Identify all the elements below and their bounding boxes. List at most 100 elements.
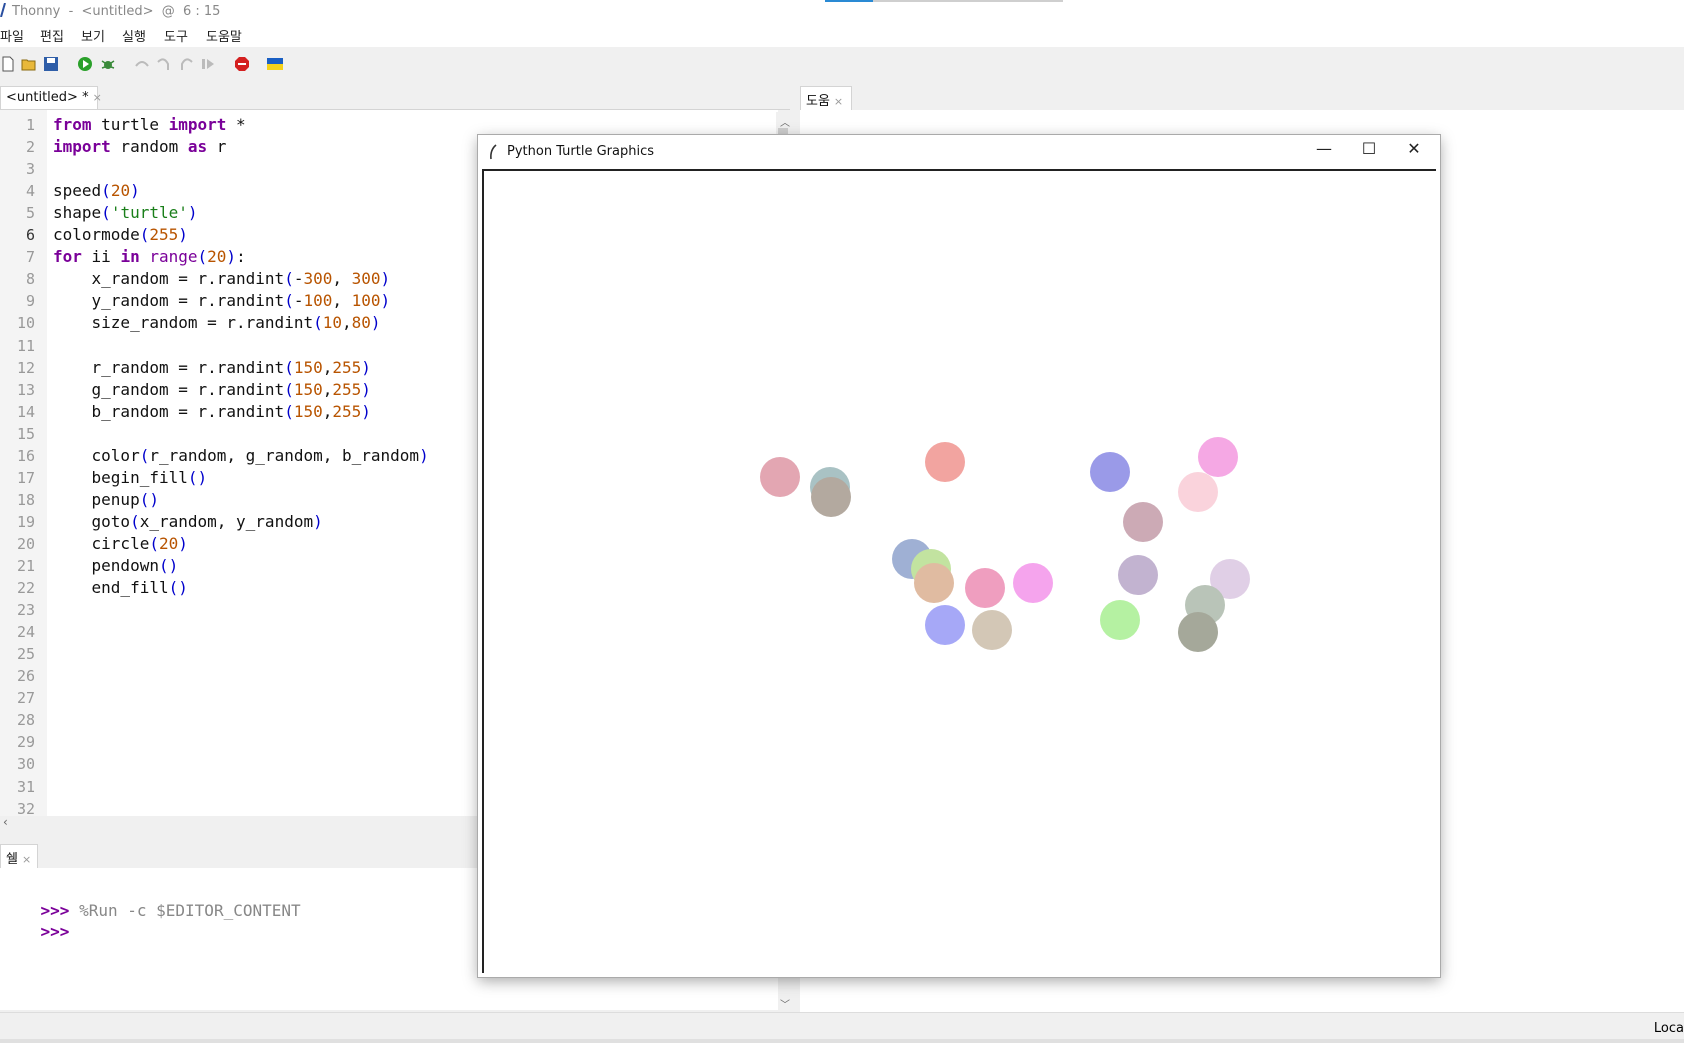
filled-circle: [925, 605, 965, 645]
line-number: 5: [25, 204, 35, 223]
turtle-window-title-bar[interactable]: Python Turtle Graphics — ☐ ✕: [478, 135, 1440, 169]
editor-tab-bar: <untitled> * ×: [0, 82, 790, 110]
line-number: 3: [25, 160, 35, 179]
menu-bar: 파일 편집 보기 실행 도구 도움말: [0, 24, 1684, 47]
filled-circle: [925, 442, 965, 482]
line-number: 30: [16, 755, 35, 774]
line-number: 27: [16, 689, 35, 708]
step-into-icon: [157, 58, 169, 70]
thonny-logo-icon: [0, 3, 6, 17]
scroll-up-icon[interactable]: ︿: [780, 114, 790, 129]
code-line: goto(x_random, y_random): [53, 511, 323, 531]
line-number: 10: [16, 314, 35, 333]
turtle-graphics-window[interactable]: Python Turtle Graphics — ☐ ✕: [478, 135, 1440, 977]
window-title: Thonny - <untitled> @ 6 : 15: [12, 4, 221, 19]
step-out-icon: [181, 58, 193, 70]
resume-icon: [202, 59, 214, 69]
line-number: 12: [16, 358, 35, 377]
filled-circle: [1178, 612, 1218, 652]
tab-help[interactable]: 도움 ×: [800, 86, 852, 110]
shell-command: %Run -c $EDITOR_CONTENT: [79, 901, 301, 920]
filled-circle: [965, 568, 1005, 608]
filled-circle: [811, 477, 851, 517]
line-number: 1: [25, 116, 35, 134]
menu-run[interactable]: 실행: [122, 26, 146, 45]
scroll-down-icon[interactable]: ﹀: [780, 996, 790, 1011]
tab-shell[interactable]: 쉘 ×: [0, 844, 38, 868]
close-icon[interactable]: ×: [93, 91, 102, 104]
open-file-icon[interactable]: [21, 56, 37, 72]
save-icon[interactable]: [43, 56, 59, 72]
filled-circle: [972, 610, 1012, 650]
menu-help[interactable]: 도움말: [206, 26, 242, 45]
filled-circle: [914, 563, 954, 603]
code-line: b_random = r.randint(150,255): [53, 401, 371, 421]
close-icon[interactable]: ×: [834, 95, 843, 108]
tab-untitled-label: <untitled> *: [6, 90, 89, 105]
code-line: shape('turtle'): [53, 203, 198, 223]
code-line: for ii in range(20):: [53, 247, 246, 267]
help-tab-bar: 도움 ×: [800, 82, 1684, 110]
code-line: end_fill(): [53, 578, 188, 598]
line-number: 2: [25, 138, 35, 157]
line-number: 26: [16, 667, 35, 686]
turtle-drawing: [760, 437, 1250, 652]
status-bottom-edge: [0, 1039, 1684, 1043]
code-line: from turtle import *: [53, 115, 246, 134]
window-title-bar: Thonny - <untitled> @ 6 : 15: [0, 0, 1684, 24]
filled-circle: [760, 457, 800, 497]
title-accent: [825, 0, 873, 2]
maximize-button[interactable]: ☐: [1349, 139, 1389, 163]
status-bar: Loca: [0, 1012, 1684, 1043]
code-line: circle(20): [53, 533, 188, 553]
tab-help-label: 도움: [806, 94, 830, 109]
title-accent-inactive: [873, 0, 1063, 2]
menu-tools[interactable]: 도구: [164, 26, 188, 45]
line-number: 20: [16, 534, 35, 553]
code-line: pendown(): [53, 556, 179, 575]
run-icon[interactable]: [77, 56, 93, 72]
line-number: 14: [16, 402, 35, 421]
line-number: 31: [16, 777, 35, 796]
menu-file[interactable]: 파일: [0, 26, 24, 45]
toolbar: [0, 47, 1684, 82]
line-number: 6: [25, 226, 35, 245]
code-line: y_random = r.randint(-100, 100): [53, 291, 391, 311]
line-number: 24: [16, 623, 35, 642]
stop-icon[interactable]: [234, 56, 250, 72]
line-number: 8: [25, 270, 35, 289]
line-number: 23: [16, 601, 35, 620]
line-number: 11: [16, 336, 35, 355]
code-line: r_random = r.randint(150,255): [53, 357, 371, 377]
line-number: 18: [16, 490, 35, 509]
menu-view[interactable]: 보기: [81, 26, 105, 45]
filled-circle: [1198, 437, 1238, 477]
filled-circle: [1090, 452, 1130, 492]
line-number: 9: [25, 292, 35, 311]
line-number: 4: [25, 182, 35, 201]
code-line: import random as r: [53, 137, 227, 157]
scroll-left-icon[interactable]: ‹: [3, 815, 8, 829]
debug-icon[interactable]: [100, 56, 116, 72]
line-number: 28: [16, 711, 35, 730]
line-number: 7: [25, 248, 35, 267]
line-number: 29: [16, 733, 35, 752]
ukraine-flag-icon[interactable]: [267, 56, 283, 72]
minimize-button[interactable]: —: [1304, 139, 1344, 163]
line-number: 13: [16, 380, 35, 399]
new-file-icon[interactable]: [0, 56, 16, 72]
turtle-canvas[interactable]: [482, 169, 1436, 973]
tab-shell-label: 쉘: [6, 852, 18, 867]
menu-edit[interactable]: 편집: [40, 26, 64, 45]
close-button[interactable]: ✕: [1394, 139, 1434, 163]
status-text: Loca: [1653, 1021, 1684, 1036]
code-line: x_random = r.randint(-300, 300): [53, 269, 391, 289]
close-icon[interactable]: ×: [22, 853, 31, 866]
filled-circle: [1178, 472, 1218, 512]
line-number: 17: [16, 468, 35, 487]
tab-untitled[interactable]: <untitled> * ×: [0, 86, 102, 110]
shell-prompt: >>>: [40, 922, 70, 941]
code-line: penup(): [53, 489, 159, 509]
turtle-window-title: Python Turtle Graphics: [507, 144, 654, 159]
line-number: 19: [16, 512, 35, 531]
